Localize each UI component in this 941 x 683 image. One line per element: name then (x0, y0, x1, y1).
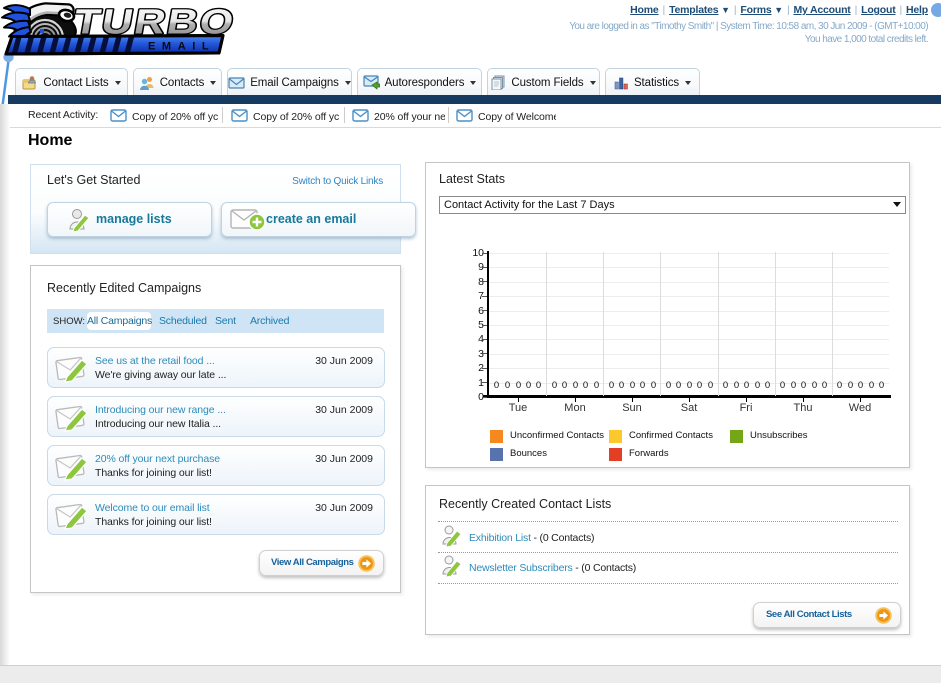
svg-text:EMAIL: EMAIL (148, 41, 215, 53)
svg-text:TURBO: TURBO (71, 2, 239, 41)
